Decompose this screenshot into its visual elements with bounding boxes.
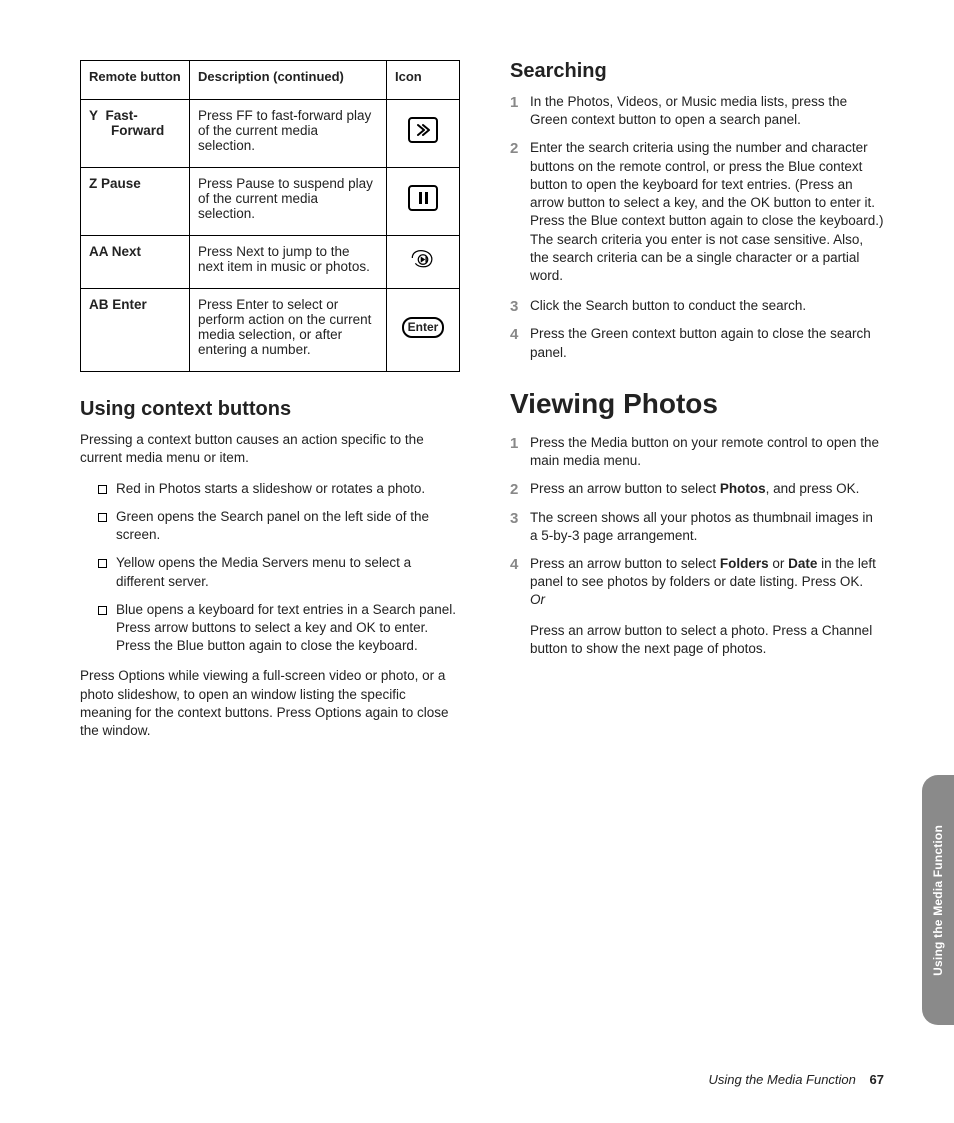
list-item: 2 Press an arrow button to select Photos… <box>510 480 884 498</box>
list-item: 3Click the Search button to conduct the … <box>510 297 884 315</box>
th-remote-button: Remote button <box>81 61 190 100</box>
remote-button-cell: AA Next <box>81 236 190 289</box>
fast-forward-icon <box>408 117 438 143</box>
pause-icon <box>408 185 438 211</box>
list-item: 1In the Photos, Videos, or Music media l… <box>510 93 884 129</box>
remote-button-table: Remote button Description (continued) Ic… <box>80 60 460 372</box>
heading-context-buttons: Using context buttons <box>80 398 460 421</box>
description-cell: Press Enter to select or perform action … <box>190 289 387 372</box>
list-item: 3The screen shows all your photos as thu… <box>510 509 884 545</box>
list-item: 2Enter the search criteria using the num… <box>510 139 884 285</box>
icon-cell <box>387 168 460 236</box>
search-steps: 1In the Photos, Videos, or Music media l… <box>510 93 884 362</box>
list-item: Red in Photos starts a slideshow or rota… <box>98 480 460 498</box>
context-outro: Press Options while viewing a full-scree… <box>80 667 460 740</box>
section-side-tab: Using the Media Function <box>922 775 954 1025</box>
page-number: 67 <box>860 1072 884 1087</box>
enter-icon: Enter <box>402 317 445 338</box>
list-item: 4Press the Green context button again to… <box>510 325 884 361</box>
list-item: Green opens the Search panel on the left… <box>98 508 460 544</box>
table-row: AB EnterPress Enter to select or perform… <box>81 289 460 372</box>
side-tab-label: Using the Media Function <box>931 825 945 976</box>
context-intro: Pressing a context button causes an acti… <box>80 431 460 467</box>
list-item: Yellow opens the Media Servers menu to s… <box>98 554 460 590</box>
th-icon: Icon <box>387 61 460 100</box>
viewing-steps: 1Press the Media button on your remote c… <box>510 434 884 658</box>
description-cell: Press Next to jump to the next item in m… <box>190 236 387 289</box>
table-row: Y Fast-ForwardPress FF to fast-forward p… <box>81 100 460 168</box>
list-item: 1Press the Media button on your remote c… <box>510 434 884 470</box>
next-icon <box>410 247 436 269</box>
heading-searching: Searching <box>510 60 884 83</box>
icon-cell: Enter <box>387 289 460 372</box>
footer-title: Using the Media Function <box>708 1072 855 1087</box>
remote-button-cell: AB Enter <box>81 289 190 372</box>
list-item: 4 Press an arrow button to select Folder… <box>510 555 884 658</box>
icon-cell <box>387 236 460 289</box>
description-cell: Press FF to fast-forward play of the cur… <box>190 100 387 168</box>
icon-cell <box>387 100 460 168</box>
remote-button-cell: Y Fast-Forward <box>81 100 190 168</box>
th-description: Description (continued) <box>190 61 387 100</box>
page-footer: Using the Media Function 67 <box>708 1072 884 1087</box>
table-row: AA NextPress Next to jump to the next it… <box>81 236 460 289</box>
description-cell: Press Pause to suspend play of the curre… <box>190 168 387 236</box>
table-row: Z PausePress Pause to suspend play of th… <box>81 168 460 236</box>
context-list: Red in Photos starts a slideshow or rota… <box>80 480 460 656</box>
remote-button-cell: Z Pause <box>81 168 190 236</box>
heading-viewing-photos: Viewing Photos <box>510 388 884 420</box>
list-item: Blue opens a keyboard for text entries i… <box>98 601 460 656</box>
